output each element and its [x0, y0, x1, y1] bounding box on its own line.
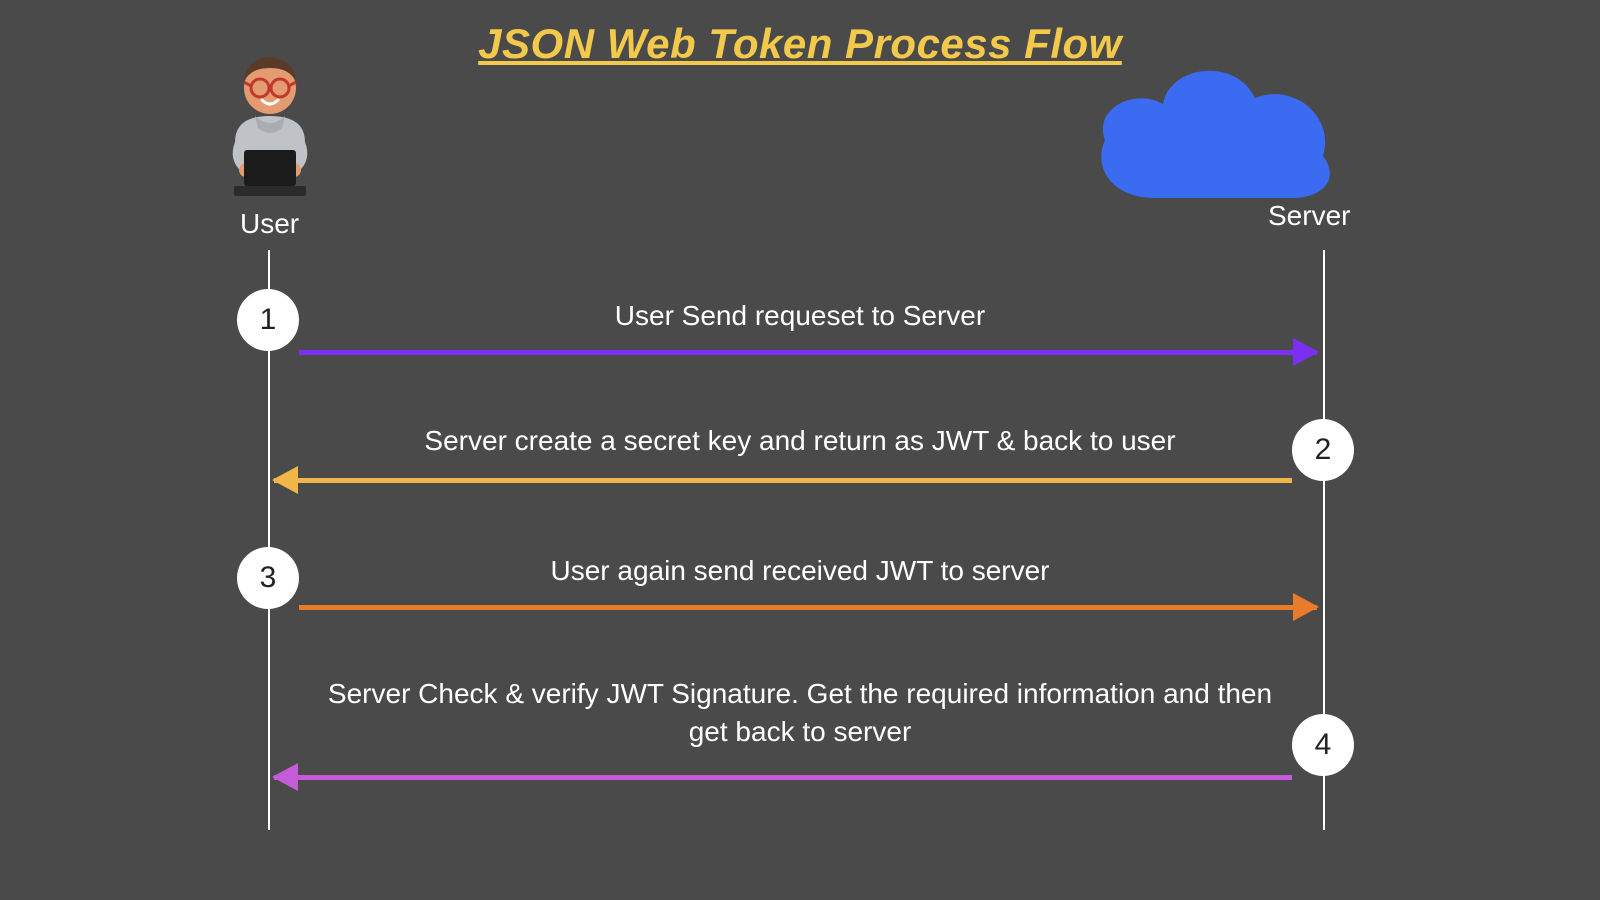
step-4-badge: 4	[1292, 714, 1354, 776]
step-1-label: User Send requeset to Server	[310, 300, 1290, 332]
step-2-badge: 2	[1292, 419, 1354, 481]
step-4-label: Server Check & verify JWT Signature. Get…	[310, 675, 1290, 751]
user-icon	[210, 50, 330, 200]
step-2-label: Server create a secret key and return as…	[310, 425, 1290, 457]
diagram-canvas: JSON Web Token Process Flow	[0, 0, 1600, 900]
step-4-arrow	[274, 775, 1292, 780]
step-1-badge: 1	[237, 289, 299, 351]
step-3-badge: 3	[237, 547, 299, 609]
step-2-arrow	[274, 478, 1292, 483]
cloud-icon	[1085, 48, 1345, 223]
step-3-label: User again send received JWT to server	[310, 555, 1290, 587]
step-1-arrow	[299, 350, 1317, 355]
server-label: Server	[1268, 200, 1350, 232]
step-3-arrow	[299, 605, 1317, 610]
user-label: User	[240, 208, 299, 240]
